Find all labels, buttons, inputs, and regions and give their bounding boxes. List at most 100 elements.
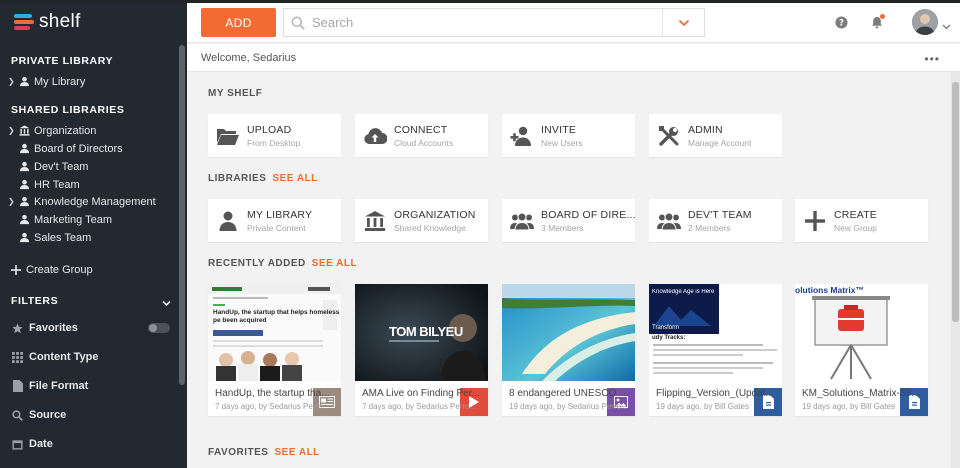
content-tile[interactable]: Knowledge Age is Here Transform udy Trac… [649, 284, 782, 416]
card-subtitle: Cloud Accounts [394, 138, 454, 148]
help-icon[interactable]: ? [834, 15, 848, 29]
content-tile[interactable]: TOM BILYEU AMA Live on Finding Per... 7 … [355, 284, 488, 416]
thumbnail-body-text: udy Tracks: [652, 335, 686, 341]
content-tile[interactable]: HandUp, the startup that helps homeless … [208, 284, 341, 416]
search-input[interactable] [312, 15, 652, 30]
sidebar-item-knowledge-management[interactable]: ❯ Knowledge Management [8, 193, 156, 210]
tile-meta: 7 days ago, by Sedarius Perro... [362, 402, 477, 411]
card-subtitle: From Desktop [247, 138, 301, 148]
connect-card[interactable]: CONNECT Cloud Accounts [355, 114, 488, 157]
filter-file-format[interactable]: File Format [11, 378, 88, 394]
sidebar-item-label: Dev't Team [34, 160, 89, 173]
video-thumbnail: TOM BILYEU [355, 284, 488, 381]
create-group-card[interactable]: CREATE New Group [795, 199, 928, 242]
recent-see-all-link[interactable]: SEE ALL [312, 258, 357, 269]
section-title: LIBRARIES [208, 173, 267, 184]
add-button[interactable]: ADD [201, 8, 276, 37]
filter-favorites[interactable]: Favorites [11, 320, 78, 336]
card-title: INVITE [541, 124, 577, 136]
avatar[interactable] [912, 9, 938, 35]
star-icon [11, 322, 24, 335]
search-icon [284, 16, 312, 30]
filter-date[interactable]: Date [11, 436, 53, 452]
sidebar-item-label: Knowledge Management [34, 195, 156, 208]
sidebar-item-board-of-directors[interactable]: Board of Directors [8, 140, 123, 157]
more-options-icon[interactable]: ••• [924, 52, 940, 66]
plus-icon [10, 264, 22, 276]
chevron-right-icon[interactable]: ❯ [8, 197, 16, 206]
cloud-upload-icon [363, 124, 387, 148]
filter-source[interactable]: Source [11, 407, 66, 423]
group-icon [18, 214, 30, 226]
content-tile[interactable]: 8 endangered UNESCO s... 19 days ago, by… [502, 284, 635, 416]
folder-open-icon [216, 124, 240, 148]
sidebar: shelf PRIVATE LIBRARY ❯ My Library SHARE… [0, 3, 187, 468]
article-thumbnail: HandUp, the startup that helps homeless … [208, 284, 341, 381]
group-icon [18, 161, 30, 173]
sidebar-item-marketing-team[interactable]: Marketing Team [8, 211, 112, 228]
sidebar-scrollbar[interactable] [179, 45, 185, 385]
chevron-down-icon[interactable] [162, 294, 171, 312]
image-thumbnail [502, 284, 635, 381]
chevron-right-icon[interactable]: ❯ [8, 126, 16, 135]
board-of-directors-card[interactable]: BOARD OF DIRE... 3 Members [502, 199, 636, 242]
libraries-heading: LIBRARIES SEE ALL [208, 173, 318, 184]
group-icon [657, 209, 681, 233]
filters-heading: FILTERS [11, 295, 59, 307]
my-shelf-heading: MY SHELF [208, 88, 263, 99]
user-icon [216, 209, 240, 233]
organization-card[interactable]: ORGANIZATION Shared Knowledge [355, 199, 488, 242]
upload-card[interactable]: UPLOAD From Desktop [208, 114, 341, 157]
recently-added-heading: RECENTLY ADDED SEE ALL [208, 258, 357, 269]
thumbnail-headline: olutions Matrix™ [795, 285, 864, 295]
welcome-bar: Welcome, Sedarius ••• [187, 44, 960, 72]
filter-label: Content Type [29, 351, 99, 363]
sidebar-item-label: My Library [34, 75, 86, 88]
group-icon [18, 143, 30, 155]
chevron-down-icon [678, 19, 689, 26]
tile-title: AMA Live on Finding Per... [362, 388, 480, 399]
invite-card[interactable]: INVITE New Users [502, 114, 635, 157]
chevron-down-icon[interactable] [942, 17, 951, 35]
sidebar-item-label: Organization [34, 124, 97, 137]
sidebar-item-label: Marketing Team [34, 213, 113, 226]
building-icon [363, 209, 387, 233]
sidebar-item-sales-team[interactable]: Sales Team [8, 229, 91, 246]
content-tile[interactable]: olutions Matrix™ KM_Solutions_Matrix-Sli… [795, 284, 928, 416]
building-icon [18, 125, 30, 137]
sidebar-item-hr-team[interactable]: HR Team [8, 176, 80, 193]
filter-content-type[interactable]: Content Type [11, 349, 98, 365]
section-title: RECENTLY ADDED [208, 258, 306, 269]
group-icon [18, 232, 30, 244]
section-title: FAVORITES [208, 447, 269, 458]
app-logo[interactable]: shelf [14, 11, 81, 33]
bell-icon[interactable] [870, 14, 885, 29]
main-scrollbar[interactable] [951, 72, 960, 468]
libraries-see-all-link[interactable]: SEE ALL [272, 173, 317, 184]
scrollbar-thumb[interactable] [952, 82, 959, 322]
document-thumbnail: olutions Matrix™ [795, 284, 928, 381]
tile-meta: 19 days ago, by Bill Gates [656, 402, 749, 411]
sidebar-item-devt-team[interactable]: Dev't Team [8, 158, 88, 175]
card-title: UPLOAD [247, 124, 292, 136]
sidebar-item-organization[interactable]: ❯ Organization [8, 122, 96, 139]
create-group-button[interactable]: Create Group [10, 261, 93, 278]
tile-meta: 19 days ago, by Sedarius Perro... [509, 402, 628, 411]
my-library-card[interactable]: MY LIBRARY Private Content [208, 199, 341, 242]
search-options-dropdown[interactable] [662, 9, 704, 36]
tile-meta: 7 days ago, by Sedarius Perro... [215, 402, 330, 411]
favorites-toggle[interactable] [148, 323, 170, 333]
shelf-logo-icon [14, 13, 34, 31]
main-content: MY SHELF UPLOAD From Desktop CONNECT Clo… [187, 72, 950, 468]
sidebar-item-my-library[interactable]: ❯ My Library [8, 73, 85, 90]
favorites-heading: FAVORITES SEE ALL [208, 447, 320, 458]
favorites-see-all-link[interactable]: SEE ALL [274, 447, 319, 458]
card-title: CREATE [834, 209, 878, 221]
admin-card[interactable]: ADMIN Manage Account [649, 114, 782, 157]
tile-title: Flipping_Version_(Updat... [656, 388, 774, 399]
devt-team-card[interactable]: DEV'T TEAM 2 Members [649, 199, 782, 242]
user-icon [18, 76, 30, 88]
chevron-right-icon[interactable]: ❯ [8, 77, 16, 86]
thumbnail-headline: TOM BILYEU [389, 324, 463, 339]
tile-title: 8 endangered UNESCO s... [509, 388, 631, 399]
